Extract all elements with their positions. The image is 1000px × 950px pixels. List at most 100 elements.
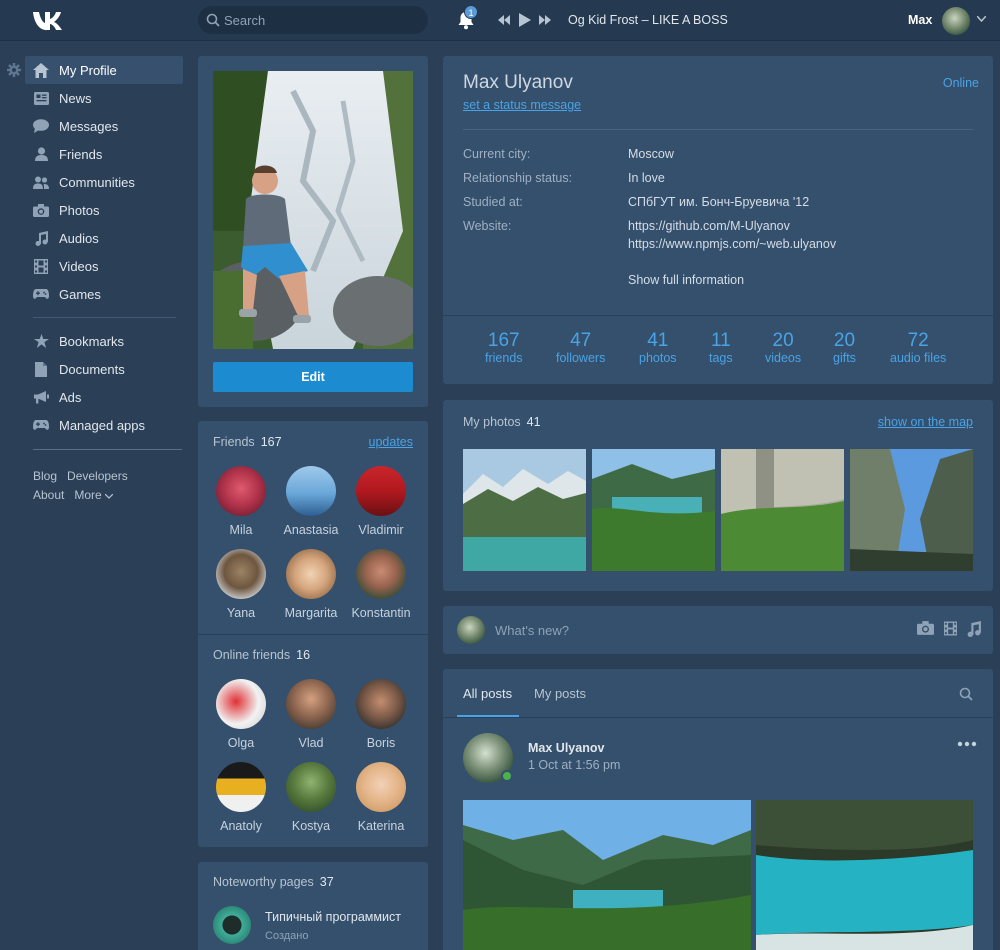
attach-icons — [907, 621, 981, 640]
my-photos-header[interactable]: My photos 41 — [463, 415, 541, 429]
now-playing-track[interactable]: Og Kid Frost – LIKE A BOSS — [568, 13, 728, 27]
friend-item[interactable]: Katerina — [346, 762, 416, 845]
counter-value: 167 — [487, 330, 520, 351]
photo-thumbnail[interactable] — [850, 449, 973, 571]
photo-thumbnail[interactable] — [463, 449, 586, 571]
sidebar-item-documents[interactable]: Documents — [25, 355, 183, 383]
photo-thumbnail[interactable] — [721, 449, 844, 571]
search-icon[interactable] — [959, 687, 973, 701]
friend-item[interactable]: Konstantin — [346, 549, 416, 632]
footer-link-blog[interactable]: Blog — [33, 469, 57, 483]
noteworthy-header[interactable]: Noteworthy pages 37 — [213, 875, 334, 889]
avatar — [286, 466, 336, 516]
friend-item[interactable]: Mila — [206, 466, 276, 549]
play-icon[interactable] — [518, 13, 531, 27]
friend-item[interactable]: Vladimir — [346, 466, 416, 549]
camera-icon[interactable] — [917, 621, 934, 640]
counter-photos[interactable]: 41 photos — [639, 330, 677, 365]
info-value[interactable]: In love — [628, 171, 958, 185]
search-input[interactable] — [224, 6, 414, 34]
counter-friends[interactable]: 167 friends — [485, 330, 523, 365]
info-value[interactable]: СПбГУТ им. Бонч-Бруевича '12 — [628, 195, 958, 209]
chevron-down-icon[interactable] — [977, 16, 986, 22]
post-author[interactable]: Max Ulyanov — [528, 741, 604, 755]
website-link[interactable]: https://www.npmjs.com/~web.ulyanov — [628, 237, 958, 251]
sidebar-item-communities[interactable]: Communities — [25, 168, 183, 196]
sidebar-item-ads[interactable]: Ads — [25, 383, 183, 411]
counter-videos[interactable]: 20 videos — [765, 330, 801, 365]
gear-icon[interactable] — [7, 63, 21, 77]
star-icon — [33, 333, 49, 349]
sidebar-item-friends[interactable]: Friends — [25, 140, 183, 168]
online-friends-grid: Olga Vlad Boris Anatoly Kostya Katerina — [206, 679, 420, 845]
film-icon — [33, 258, 49, 274]
friends-updates-link[interactable]: updates — [369, 435, 413, 449]
profile-photo[interactable] — [213, 71, 413, 349]
film-icon[interactable] — [944, 621, 957, 640]
friend-item[interactable]: Yana — [206, 549, 276, 632]
counter-audio-files[interactable]: 72 audio files — [890, 330, 946, 365]
friend-item[interactable]: Olga — [206, 679, 276, 762]
tab-my-posts[interactable]: My posts — [534, 686, 586, 701]
noteworthy-title: Noteworthy pages — [213, 875, 314, 889]
footer-link-more[interactable]: More — [74, 488, 114, 502]
website-link[interactable]: https://github.com/M-Ulyanov — [628, 219, 958, 233]
show-full-information-link[interactable]: Show full information — [628, 273, 744, 287]
next-track-icon[interactable] — [539, 14, 551, 26]
more-options-icon[interactable] — [957, 741, 977, 747]
friend-item[interactable]: Anastasia — [276, 466, 346, 549]
counter-gifts[interactable]: 20 gifts — [833, 330, 856, 365]
footer-link-developers[interactable]: Developers — [67, 469, 128, 483]
whats-new-input[interactable] — [495, 614, 875, 646]
friends-count: 167 — [260, 435, 282, 449]
post-image[interactable] — [756, 800, 973, 950]
noteworthy-pages-panel: Noteworthy pages 37 Типичный программист … — [198, 862, 428, 950]
sidebar-item-videos[interactable]: Videos — [25, 252, 183, 280]
friends-panel: Friends 167 updates Mila Anastasia Vladim… — [198, 421, 428, 847]
previous-track-icon[interactable] — [498, 14, 510, 26]
footer-link-about[interactable]: About — [33, 488, 64, 502]
photo-thumbnail[interactable] — [592, 449, 715, 571]
gamepad-icon — [33, 286, 49, 302]
info-value[interactable]: Moscow — [628, 147, 958, 161]
counter-tags[interactable]: 11 tags — [709, 330, 733, 365]
user-avatar[interactable] — [942, 7, 970, 35]
friend-item[interactable]: Vlad — [276, 679, 346, 762]
friend-item[interactable]: Boris — [346, 679, 416, 762]
sidebar-item-label: Communities — [59, 174, 135, 190]
sidebar-item-games[interactable]: Games — [25, 280, 183, 308]
friend-item[interactable]: Margarita — [276, 549, 346, 632]
tab-all-posts[interactable]: All posts — [463, 686, 512, 701]
sidebar-item-label: Bookmarks — [59, 333, 125, 349]
footer-links: Blog Developers About More — [33, 467, 183, 505]
sidebar-item-audios[interactable]: Audios — [25, 224, 183, 252]
set-status-link[interactable]: set a status message — [463, 98, 581, 112]
post-date[interactable]: 1 Oct at 1:56 pm — [528, 758, 620, 772]
chevron-down-icon — [104, 493, 114, 499]
edit-profile-button[interactable]: Edit — [213, 362, 413, 392]
sidebar-item-news[interactable]: News — [25, 84, 183, 112]
music-note-icon — [33, 230, 49, 246]
sidebar-item-my-profile[interactable]: My Profile — [25, 56, 183, 84]
document-icon — [33, 361, 49, 377]
post-image[interactable] — [463, 800, 751, 950]
user-menu-name[interactable]: Max — [908, 13, 932, 27]
music-note-icon[interactable] — [967, 621, 981, 640]
friend-item[interactable]: Kostya — [276, 762, 346, 845]
show-on-map-link[interactable]: show on the map — [878, 415, 973, 429]
search-box[interactable] — [198, 6, 428, 34]
noteworthy-item[interactable]: Типичный программист Создано — [213, 906, 418, 946]
friends-header[interactable]: Friends 167 — [213, 435, 282, 449]
sidebar-item-photos[interactable]: Photos — [25, 196, 183, 224]
notification-badge: 1 — [464, 5, 478, 19]
sidebar-item-bookmarks[interactable]: Bookmarks — [25, 327, 183, 355]
friend-name: Kostya — [291, 819, 331, 833]
online-friends-header[interactable]: Online friends 16 — [213, 648, 310, 662]
sidebar-item-messages[interactable]: Messages — [25, 112, 183, 140]
vk-logo[interactable] — [32, 9, 66, 31]
sidebar-item-label: News — [59, 90, 92, 106]
online-indicator — [501, 770, 513, 782]
sidebar-item-managed-apps[interactable]: Managed apps — [25, 411, 183, 439]
friend-item[interactable]: Anatoly — [206, 762, 276, 845]
counter-followers[interactable]: 47 followers — [556, 330, 605, 365]
